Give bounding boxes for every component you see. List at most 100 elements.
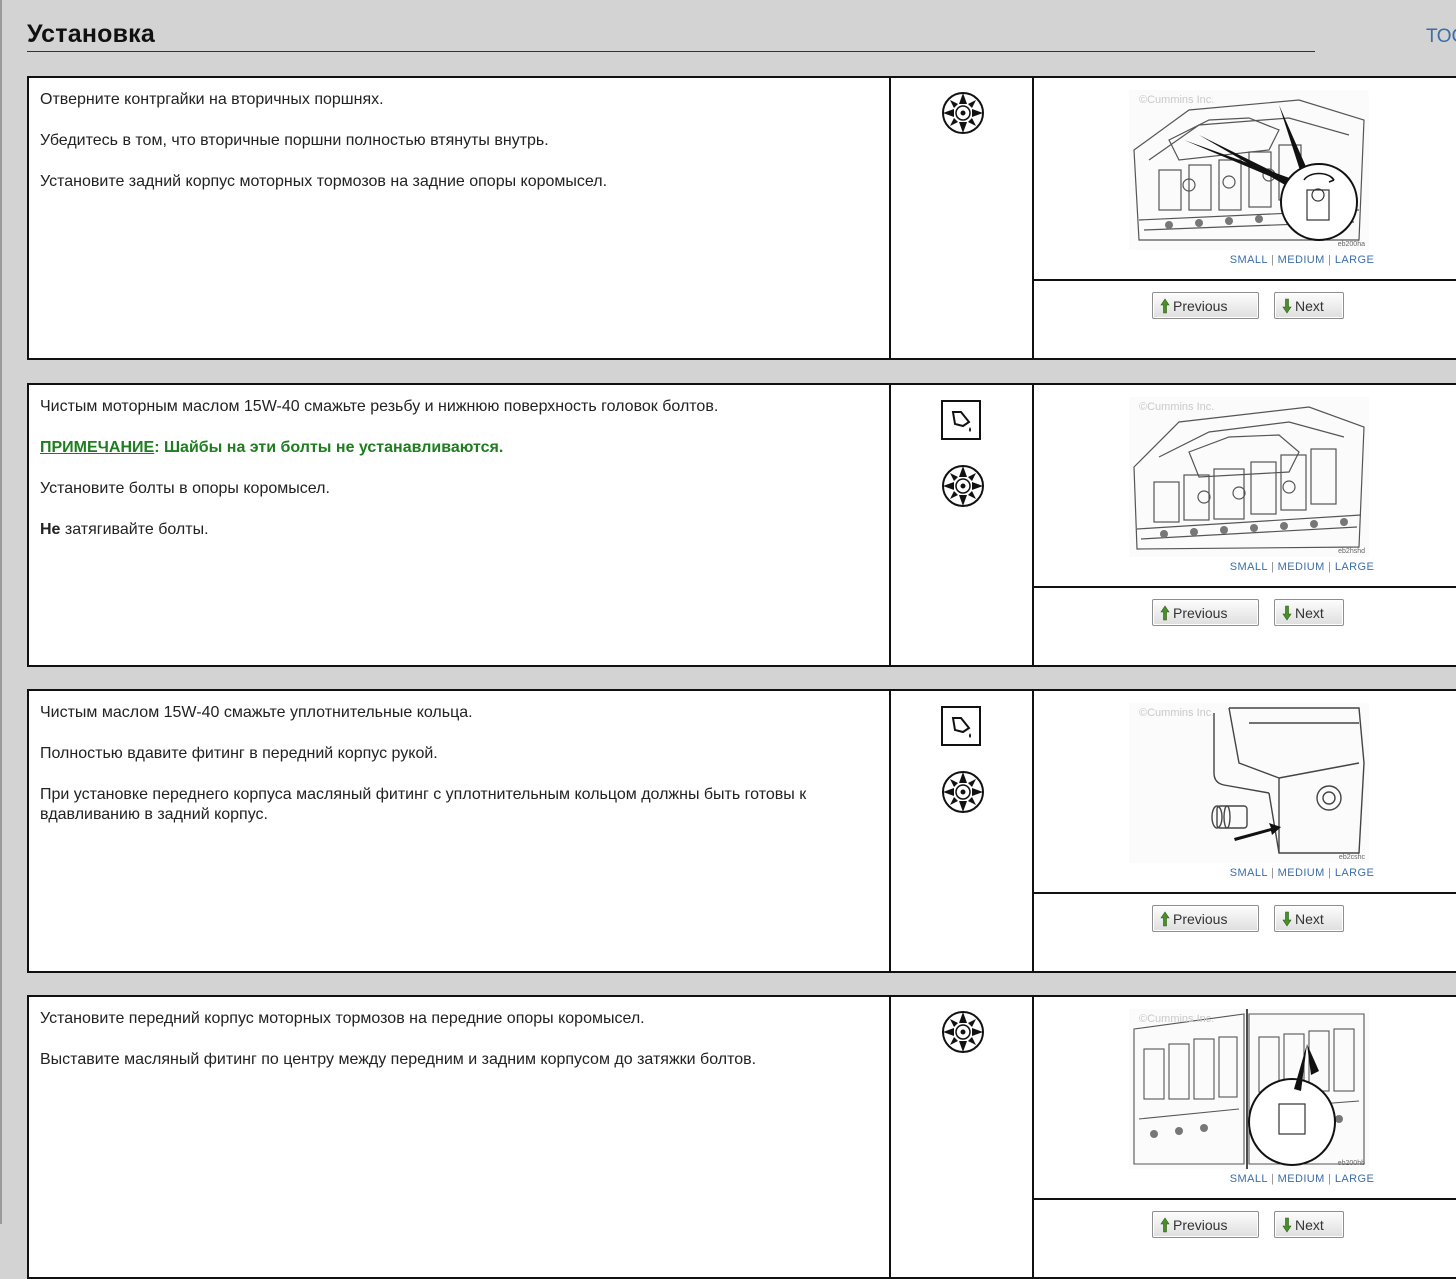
next-button[interactable]: Next [1274, 292, 1344, 319]
toc-link[interactable]: ТОС [1426, 26, 1456, 48]
figure-panel: ©Cummins Inc. eb200hb SMALL | MEDIUM | L… [1034, 997, 1456, 1277]
separator: | [1328, 1173, 1332, 1185]
step-paragraph: Полностью вдавите фитинг в передний корп… [40, 745, 438, 762]
previous-button[interactable]: Previous [1152, 1211, 1259, 1238]
arrow-down-icon [1282, 298, 1292, 314]
size-medium-link[interactable]: MEDIUM [1278, 561, 1325, 573]
previous-button[interactable]: Previous [1152, 905, 1259, 932]
step-paragraph: Отверните контргайки на вторичных поршня… [40, 91, 384, 108]
next-label: Next [1295, 297, 1324, 314]
separator: | [1328, 561, 1332, 573]
previous-label: Previous [1173, 297, 1228, 314]
previous-button[interactable]: Previous [1152, 599, 1259, 626]
next-button[interactable]: Next [1274, 599, 1344, 626]
step-paragraph: Выставите масляный фитинг по центру межд… [40, 1051, 757, 1068]
separator: | [1270, 1173, 1275, 1185]
lubricate-icon[interactable] [941, 706, 981, 746]
next-button[interactable]: Next [1274, 905, 1344, 932]
step-instructions: Установите передний корпус моторных торм… [29, 997, 889, 1277]
note-text: : Шайбы на эти болты не устанавливаются. [154, 439, 504, 456]
tools-icon[interactable] [940, 463, 986, 509]
figure-caption: eb200ha [1337, 241, 1365, 248]
size-small-link[interactable]: SMALL [1230, 867, 1268, 879]
window-left-edge [0, 0, 2, 1224]
size-medium-link[interactable]: MEDIUM [1278, 254, 1325, 266]
size-large-link[interactable]: LARGE [1335, 561, 1374, 573]
size-small-link[interactable]: SMALL [1230, 1173, 1268, 1185]
step-paragraph: Не затягивайте болты. [40, 520, 878, 540]
step-paragraph: Чистым маслом 15W-40 смажьте уплотнитель… [40, 704, 473, 721]
engine-brake-illustration [1133, 406, 1365, 550]
row-divider [1034, 1198, 1456, 1200]
size-large-link[interactable]: LARGE [1335, 1173, 1374, 1185]
size-medium-link[interactable]: MEDIUM [1278, 1173, 1325, 1185]
figure-watermark: ©Cummins Inc. [1139, 94, 1215, 106]
step-icons [891, 691, 1032, 971]
figure-image[interactable]: ©Cummins Inc. eb2hshd [1129, 397, 1369, 557]
note-label[interactable]: ПРИМЕЧАНИЕ [40, 439, 154, 456]
procedure-step-4: Установите передний корпус моторных торм… [27, 995, 1456, 1279]
next-label: Next [1295, 1216, 1324, 1233]
title-underline [27, 51, 1315, 52]
paragraph-rest: затягивайте болты. [60, 521, 209, 538]
page-title: Установка [27, 20, 155, 48]
arrow-up-icon [1160, 911, 1170, 927]
figure-size-links: SMALL | MEDIUM | LARGE [1034, 254, 1456, 266]
figure-size-links: SMALL | MEDIUM | LARGE [1034, 1173, 1456, 1185]
row-divider [1034, 892, 1456, 894]
figure-panel: ©Cummins Inc. eb200ha SMALL | MEDIUM | L… [1034, 78, 1456, 358]
figure-watermark: ©Cummins Inc. [1139, 1013, 1215, 1025]
arrow-down-icon [1282, 605, 1292, 621]
arrow-up-icon [1160, 605, 1170, 621]
size-small-link[interactable]: SMALL [1230, 254, 1268, 266]
step-paragraph: При установке переднего корпуса масляный… [40, 786, 807, 823]
separator: | [1270, 254, 1275, 266]
tools-icon[interactable] [940, 1009, 986, 1055]
step-paragraph: Установите передний корпус моторных торм… [40, 1010, 645, 1027]
previous-label: Previous [1173, 1216, 1228, 1233]
procedure-step-1: Отверните контргайки на вторичных поршня… [27, 76, 1456, 360]
step-paragraph: Установите задний корпус моторных тормоз… [40, 173, 608, 190]
step-instructions: Чистым моторным маслом 15W-40 смажьте ре… [29, 385, 889, 665]
step-paragraph: Убедитесь в том, что вторичные поршни по… [40, 132, 549, 149]
step-icons [891, 78, 1032, 358]
next-button[interactable]: Next [1274, 1211, 1344, 1238]
emphasis-word: Не [40, 521, 61, 538]
procedure-step-3: Чистым маслом 15W-40 смажьте уплотнитель… [27, 689, 1456, 973]
size-medium-link[interactable]: MEDIUM [1278, 867, 1325, 879]
size-large-link[interactable]: LARGE [1335, 867, 1374, 879]
note-paragraph: ПРИМЕЧАНИЕ: Шайбы на эти болты не устана… [40, 438, 878, 458]
procedure-step-2: Чистым моторным маслом 15W-40 смажьте ре… [27, 383, 1456, 667]
separator: | [1270, 561, 1275, 573]
figure-caption: eb200hb [1337, 1160, 1365, 1167]
figure-panel: ©Cummins Inc. eb2cshc SMALL | MEDIUM | L… [1034, 691, 1456, 971]
figure-image[interactable]: ©Cummins Inc. eb200hb [1129, 1009, 1369, 1169]
arrow-down-icon [1282, 911, 1292, 927]
size-small-link[interactable]: SMALL [1230, 561, 1268, 573]
step-paragraph: Установите болты в опоры коромысел. [40, 480, 330, 497]
step-paragraph: Чистым моторным маслом 15W-40 смажьте ре… [40, 398, 719, 415]
tools-icon[interactable] [940, 769, 986, 815]
figure-image[interactable]: ©Cummins Inc. eb200ha [1129, 90, 1369, 250]
next-label: Next [1295, 604, 1324, 621]
next-label: Next [1295, 910, 1324, 927]
step-icons [891, 997, 1032, 1277]
step-instructions: Отверните контргайки на вторичных поршня… [29, 78, 889, 358]
arrow-down-icon [1282, 1217, 1292, 1233]
row-divider [1034, 586, 1456, 588]
separator: | [1328, 254, 1332, 266]
row-divider [1034, 279, 1456, 281]
figure-watermark: ©Cummins Inc. [1139, 707, 1215, 719]
lubricate-icon[interactable] [941, 400, 981, 440]
figure-caption: eb2cshc [1338, 854, 1365, 861]
figure-size-links: SMALL | MEDIUM | LARGE [1034, 561, 1456, 573]
arrow-up-icon [1160, 1217, 1170, 1233]
previous-label: Previous [1173, 910, 1228, 927]
previous-button[interactable]: Previous [1152, 292, 1259, 319]
separator: | [1328, 867, 1332, 879]
tools-icon[interactable] [940, 90, 986, 136]
size-large-link[interactable]: LARGE [1335, 254, 1374, 266]
engine-brake-front-illustration [1133, 1009, 1365, 1169]
figure-size-links: SMALL | MEDIUM | LARGE [1034, 867, 1456, 879]
figure-image[interactable]: ©Cummins Inc. eb2cshc [1129, 703, 1369, 863]
